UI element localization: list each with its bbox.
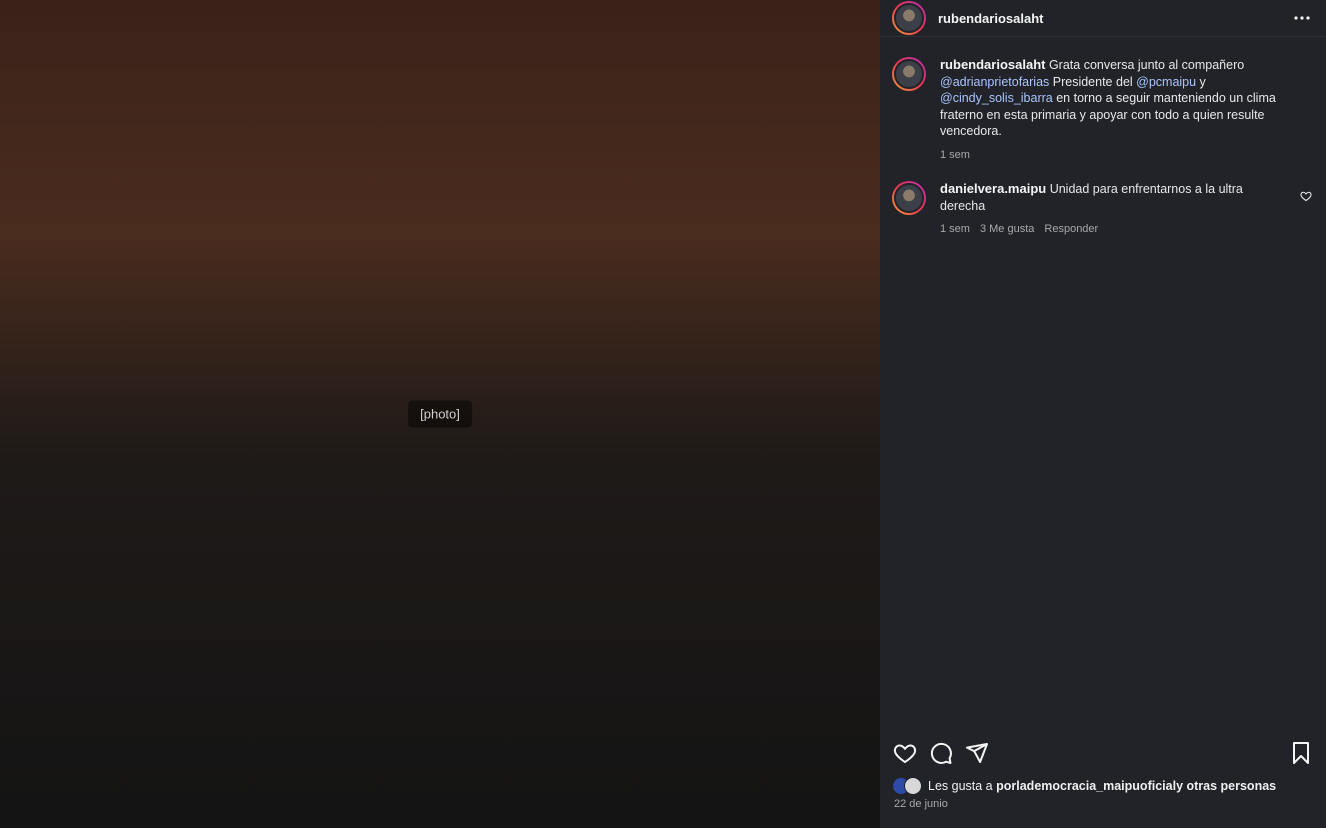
post-modal: [photo] rubendariosalaht rubendariosalah… (0, 0, 1326, 828)
mention-link[interactable]: @cindy_solis_ibarra (940, 91, 1053, 105)
comment-likes-count[interactable]: 3 Me gusta (980, 221, 1034, 238)
likes-prefix: Les gusta a (928, 779, 993, 793)
caption-comment: rubendariosalaht Grata conversa junto al… (892, 57, 1314, 163)
comments-list: rubendariosalaht Grata conversa junto al… (880, 37, 1326, 828)
comment-username[interactable]: danielvera.maipu (940, 181, 1046, 196)
post-header: rubendariosalaht (880, 0, 1326, 37)
bookmark-icon[interactable] (1288, 740, 1314, 766)
post-date[interactable]: 22 de junio (894, 798, 948, 810)
comment-time[interactable]: 1 sem (940, 221, 970, 238)
photo-caption: [photo] (408, 400, 472, 428)
caption-text-part: Grata conversa junto al compañero (1048, 58, 1245, 72)
likes-summary: Les gusta a porlademocracia_maipuoficial… (892, 777, 1276, 795)
heart-icon[interactable] (892, 740, 918, 766)
more-horizontal-icon[interactable] (1290, 6, 1314, 30)
likes-suffix[interactable]: y otras personas (1176, 779, 1276, 793)
comment-meta: 1 sem 3 Me gusta Responder (940, 221, 1284, 238)
mention-link[interactable]: @adrianprietofarias (940, 75, 1049, 89)
post-side-panel: rubendariosalaht rubendariosalaht Grata … (880, 0, 1326, 828)
caption-text: rubendariosalaht Grata conversa junto al… (940, 57, 1284, 140)
comment-item: danielvera.maipu Unidad para enfrentarno… (892, 181, 1314, 238)
comment-time[interactable]: 1 sem (940, 147, 970, 164)
comment-username[interactable]: rubendariosalaht (940, 57, 1045, 72)
heart-icon[interactable] (1300, 189, 1314, 203)
avatar[interactable] (892, 57, 926, 91)
comment-icon[interactable] (928, 740, 954, 766)
caption-text-part: y (1196, 74, 1206, 89)
comment-meta: 1 sem (940, 147, 1284, 164)
post-photo[interactable]: [photo] (0, 0, 880, 828)
send-icon[interactable] (964, 740, 990, 766)
likes-user-link[interactable]: porlademocracia_maipuoficial (996, 779, 1176, 793)
comment-text: danielvera.maipu Unidad para enfrentarno… (940, 181, 1284, 214)
caption-text-part: Presidente del (1049, 74, 1137, 89)
avatar (904, 777, 922, 795)
avatar[interactable] (892, 1, 926, 35)
mention-link[interactable]: @pcmaipu (1136, 75, 1196, 89)
reply-button[interactable]: Responder (1044, 221, 1098, 238)
post-author-username[interactable]: rubendariosalaht (938, 11, 1043, 26)
post-actions (892, 740, 1314, 766)
liker-avatars[interactable] (892, 777, 922, 795)
avatar[interactable] (892, 181, 926, 215)
